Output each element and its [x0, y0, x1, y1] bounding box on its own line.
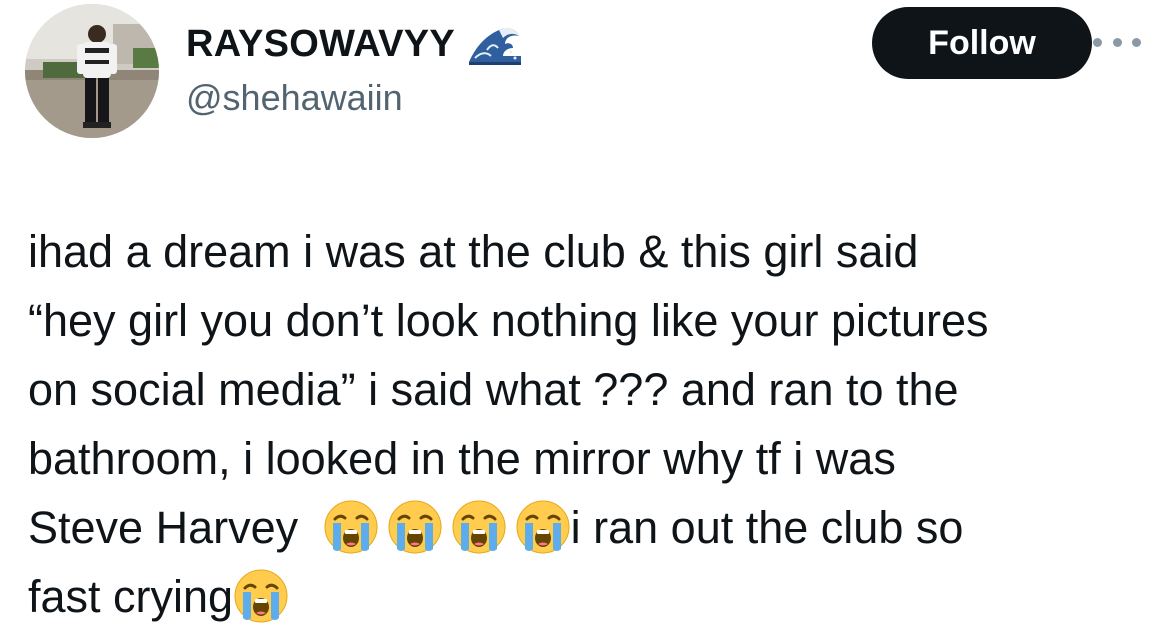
tweet-line: on social media” i said what ??? and ran… — [28, 364, 959, 415]
avatar-photo-icon — [25, 4, 159, 138]
tweet-card: RAYSOWAVYY @shehawaiin Follow ihad a dre… — [0, 0, 1170, 643]
tweet-text-segment: Steve Harvey — [28, 502, 299, 553]
more-options-icon[interactable] — [1093, 28, 1141, 56]
loudly-crying-face-icon — [515, 499, 571, 555]
tweet-line: ihad a dream i was at the club & this gi… — [28, 226, 919, 277]
tweet-line: Steve Harvey i ran out the club so — [28, 493, 1158, 562]
tweet-text-segment: i ran out the club so — [570, 502, 964, 553]
tweet-line: fast crying — [28, 562, 1158, 631]
follow-button[interactable]: Follow — [872, 7, 1092, 79]
author-name-row: RAYSOWAVYY — [186, 18, 526, 70]
loudly-crying-face-icon — [233, 568, 289, 624]
avatar[interactable] — [25, 4, 159, 138]
loudly-crying-face-icon — [387, 499, 443, 555]
tweet-text-segment: fast crying — [28, 571, 234, 622]
more-dot — [1132, 37, 1141, 47]
tweet-line: “hey girl you don’t look nothing like yo… — [28, 295, 989, 346]
more-dot — [1112, 37, 1122, 47]
author-handle[interactable]: @shehawaiin — [186, 78, 403, 118]
tweet-line: bathroom, i looked in the mirror why tf … — [28, 433, 896, 484]
loudly-crying-face-icon — [451, 499, 507, 555]
tweet-text: ihad a dream i was at the club & this gi… — [28, 217, 1158, 631]
loudly-crying-face-icon — [323, 499, 379, 555]
more-dot — [1093, 37, 1102, 47]
display-name[interactable]: RAYSOWAVYY — [186, 25, 455, 63]
water-wave-icon — [465, 22, 526, 66]
